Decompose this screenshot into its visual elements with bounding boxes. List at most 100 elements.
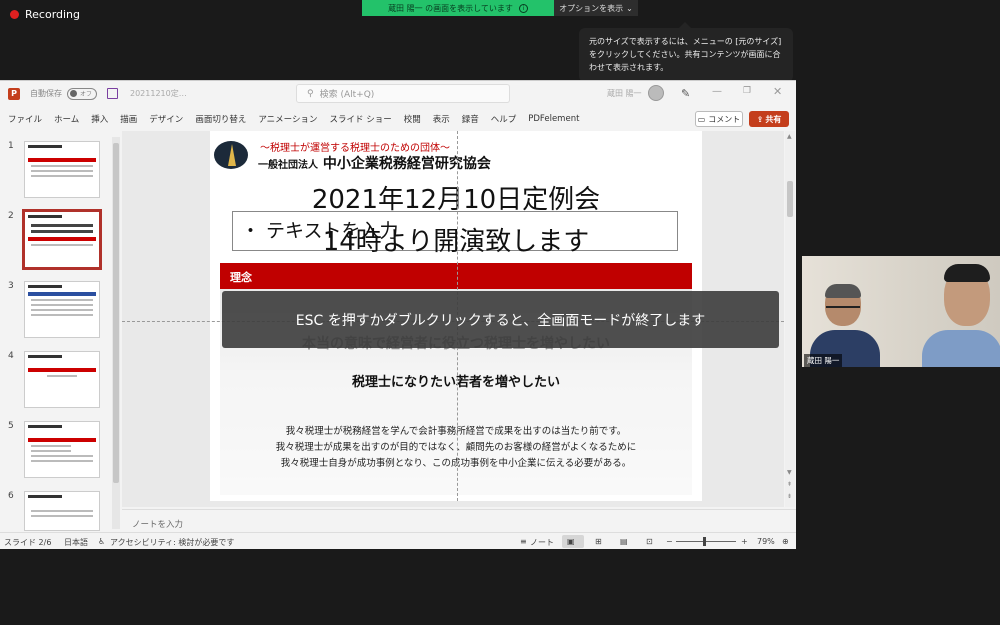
search-icon: ⚲ bbox=[307, 88, 314, 99]
slide-thumbnail-1[interactable] bbox=[24, 141, 100, 198]
comment-button[interactable]: ▭ コメント bbox=[695, 111, 743, 127]
slide-subheading: 14時より開演致します bbox=[322, 227, 590, 257]
recording-dot-icon bbox=[10, 10, 19, 19]
slideshow-icon[interactable]: ⊡ bbox=[646, 537, 653, 546]
tab-file[interactable]: ファイル bbox=[0, 113, 48, 125]
tab-review[interactable]: 校閲 bbox=[398, 113, 427, 125]
notes-input[interactable]: ノートを入力 bbox=[122, 509, 796, 531]
organization-logo bbox=[214, 141, 248, 169]
slide-tagline: ～税理士が運営する税理士のための団体～ bbox=[260, 143, 450, 154]
zoom-out-icon[interactable]: − bbox=[666, 537, 673, 546]
tab-home[interactable]: ホーム bbox=[48, 113, 85, 125]
language-indicator[interactable]: 日本語 bbox=[64, 537, 88, 548]
view-options-label: オプションを表示 bbox=[559, 3, 624, 13]
recording-indicator: Recording bbox=[10, 8, 80, 21]
org-prefix: 一般社団法人 bbox=[258, 160, 318, 171]
zoom-level[interactable]: 79% bbox=[757, 537, 775, 546]
tab-design[interactable]: デザイン bbox=[143, 113, 189, 125]
organization-name: 一般社団法人 中小企業税務経営研究協会 bbox=[258, 153, 491, 173]
scroll-up-icon[interactable]: ▲ bbox=[787, 133, 792, 140]
scroll-down-icon[interactable]: ▼ bbox=[787, 469, 792, 476]
search-placeholder: 検索 (Alt+Q) bbox=[319, 90, 375, 100]
share-button[interactable]: ⇪ 共有 bbox=[749, 111, 789, 127]
tab-pdfelement[interactable]: PDFelement bbox=[522, 114, 585, 124]
tab-transitions[interactable]: 画面切り替え bbox=[189, 113, 252, 125]
tooltip-line-1: 元のサイズで表示するには、メニューの [元のサイズ] bbox=[589, 37, 782, 46]
section-bar bbox=[220, 263, 692, 289]
share-status-text: 蔵田 陽一 の画面を表示しています bbox=[388, 3, 513, 13]
toggle-knob bbox=[70, 90, 77, 97]
next-slide-icon[interactable]: ⇟ bbox=[787, 493, 792, 500]
participant-2 bbox=[922, 260, 1000, 367]
info-icon[interactable]: i bbox=[518, 3, 528, 13]
body-line-3: 我々税理士自身が成功事例となり、この成功事例を中小企業に伝える必要がある。 bbox=[280, 458, 632, 469]
tab-slideshow[interactable]: スライド ショー bbox=[324, 113, 398, 125]
participant-name-label: 蔵田 陽一 bbox=[804, 354, 843, 367]
fullscreen-exit-text: ESC を押すかダブルクリックすると、全画面モードが終了します bbox=[295, 312, 706, 329]
normal-view-icon: ▣ bbox=[567, 537, 575, 546]
autosave-toggle[interactable]: オフ bbox=[67, 87, 97, 100]
body-line-1: 我々税理士が税務経営を学んで会計事務所経営で成果を出すのは当たり前です。 bbox=[285, 426, 627, 437]
zoom-slider-thumb[interactable] bbox=[703, 537, 706, 546]
editor-scrollbar[interactable]: ▲ ▼ ⇞ ⇟ bbox=[785, 131, 795, 507]
slide-thumbnail-2[interactable] bbox=[22, 209, 102, 270]
tab-animations[interactable]: アニメーション bbox=[252, 113, 323, 125]
account-name[interactable]: 蔵田 陽一 bbox=[607, 88, 642, 99]
slide-thumbnail-6[interactable] bbox=[24, 491, 100, 531]
tooltip-line-2: をクリックしてください。共有コンテンツが画面に合 bbox=[589, 50, 781, 59]
close-icon[interactable]: ✕ bbox=[773, 85, 782, 98]
tab-insert[interactable]: 挿入 bbox=[85, 113, 114, 125]
body-line-2: 我々税理士が成果を出すのが目的ではなく、顧問先のお客様の経営がよくなるために bbox=[275, 442, 637, 453]
slide-thumbnail-5[interactable] bbox=[24, 421, 100, 478]
slide-sorter-icon[interactable]: ⊞ bbox=[595, 537, 602, 546]
slide-thumbnail-3[interactable] bbox=[24, 281, 100, 338]
status-bar: スライド 2/6 日本語 ♿ アクセシビリティ: 検討が必要です ≡ ノート ▣… bbox=[0, 532, 796, 549]
slide-position: スライド 2/6 bbox=[4, 538, 52, 547]
comment-icon: ▭ bbox=[697, 114, 706, 124]
tab-draw[interactable]: 描画 bbox=[114, 113, 143, 125]
avatar[interactable] bbox=[648, 85, 664, 101]
minimize-icon[interactable]: — bbox=[712, 86, 722, 97]
search-input[interactable]: ⚲ 検索 (Alt+Q) bbox=[296, 84, 510, 103]
thumb-number: 6 bbox=[8, 491, 14, 501]
restore-icon[interactable]: ❐ bbox=[743, 86, 751, 96]
prev-slide-icon[interactable]: ⇞ bbox=[787, 481, 792, 488]
reading-view-icon[interactable]: ▤ bbox=[620, 537, 628, 546]
thumb-number: 3 bbox=[8, 281, 14, 291]
pen-icon[interactable]: ✎ bbox=[681, 87, 690, 100]
save-icon[interactable] bbox=[107, 88, 118, 99]
share-label: 共有 bbox=[765, 114, 782, 124]
autosave-label: 自動保存 bbox=[30, 89, 62, 98]
tab-view[interactable]: 表示 bbox=[427, 113, 456, 125]
share-icon: ⇪ bbox=[756, 114, 764, 124]
accessibility-status[interactable]: アクセシビリティ: 検討が必要です bbox=[110, 537, 234, 548]
tab-help[interactable]: ヘルプ bbox=[485, 113, 523, 125]
document-title[interactable]: 20211210定… bbox=[130, 88, 187, 99]
fit-slide-icon[interactable]: ⊕ bbox=[782, 537, 789, 546]
share-status: 蔵田 陽一 の画面を表示しています i bbox=[362, 0, 554, 16]
zoom-slider[interactable] bbox=[676, 541, 736, 542]
fullscreen-exit-notice: ESC を押すかダブルクリックすると、全画面モードが終了します bbox=[222, 291, 779, 348]
participant-video[interactable]: 蔵田 陽一 bbox=[802, 256, 1000, 367]
accessibility-icon[interactable]: ♿ bbox=[98, 537, 105, 546]
notes-placeholder: ノートを入力 bbox=[132, 520, 184, 530]
slide-thumbnail-pane: 1 2 3 4 5 6 bbox=[0, 131, 112, 531]
notes-toggle[interactable]: ノート bbox=[530, 537, 554, 548]
slide-thumbnail-4[interactable] bbox=[24, 351, 100, 408]
tab-record[interactable]: 録音 bbox=[456, 113, 485, 125]
org-name-main: 中小企業税務経営研究協会 bbox=[322, 156, 491, 172]
recording-label: Recording bbox=[25, 8, 81, 21]
screen-share-banner: 蔵田 陽一 の画面を表示しています i オプションを表示 ⌄ bbox=[362, 0, 638, 16]
chevron-down-icon: ⌄ bbox=[626, 3, 633, 13]
powerpoint-logo-icon: P bbox=[8, 87, 20, 100]
autosave-state: オフ bbox=[80, 91, 93, 98]
section-label: 理念 bbox=[230, 271, 252, 284]
notes-toggle-icon[interactable]: ≡ bbox=[520, 537, 527, 546]
thumb-number: 4 bbox=[8, 351, 14, 361]
main-message: 税理士になりたい若者を増やしたい bbox=[351, 375, 560, 390]
view-options-button[interactable]: オプションを表示 ⌄ bbox=[554, 0, 638, 16]
thumb-number: 2 bbox=[8, 211, 14, 221]
thumbnail-scrollbar[interactable] bbox=[112, 137, 120, 529]
zoom-in-icon[interactable]: + bbox=[741, 537, 748, 546]
comment-label: コメント bbox=[708, 114, 741, 124]
